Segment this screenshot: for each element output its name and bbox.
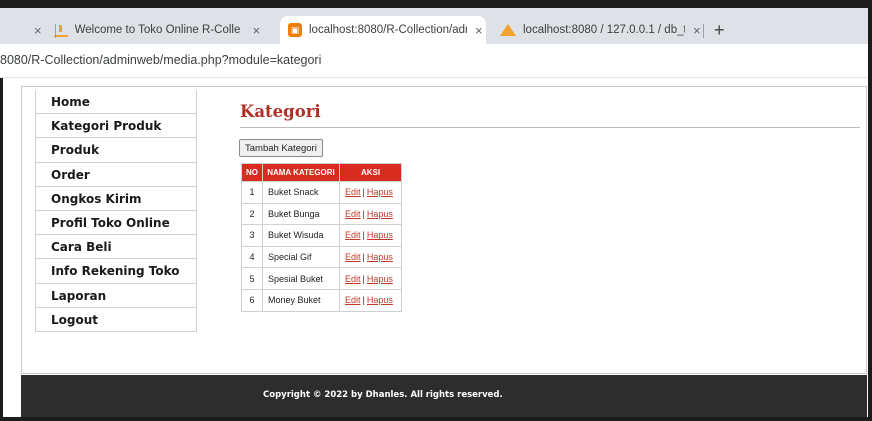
tab-title: Welcome to Toko Online R-Colle (74, 24, 241, 36)
page-footer: Copyright © 2022 by Dhanles. All rights … (21, 375, 867, 419)
sidebar-item-order[interactable]: Order (36, 163, 196, 187)
sidebar-item-logout[interactable]: Logout (36, 308, 196, 332)
category-name: Special Gif (262, 245, 340, 269)
delete-link[interactable]: Hapus (367, 252, 393, 262)
copyright-text: Copyright © 2022 by Dhanles. All rights … (263, 390, 503, 400)
sidebar-menu: Home Kategori Produk Produk Order Ongkos… (35, 90, 197, 332)
delete-link[interactable]: Hapus (367, 230, 393, 240)
column-header-nama: NAMA KATEGORI (262, 163, 340, 182)
window-frame (0, 0, 872, 8)
sidebar-item-cara-beli[interactable]: Cara Beli (36, 235, 196, 260)
column-header-no: NO (241, 163, 263, 182)
table-row: 3 Buket Wisuda Edit | Hapus (241, 224, 402, 247)
column-header-aksi: AKSI (339, 163, 402, 182)
address-bar[interactable]: 8080/R-Collection/adminweb/media.php?mod… (0, 44, 868, 78)
tab-close-icon[interactable]: × (475, 23, 483, 38)
tab-close-icon[interactable]: × (693, 23, 701, 38)
category-name: Money Buket (262, 288, 340, 312)
action-separator: | (362, 230, 365, 241)
table-row: 2 Buket Bunga Edit | Hapus (241, 202, 402, 226)
delete-link[interactable]: Hapus (367, 187, 393, 197)
action-separator: | (362, 187, 365, 198)
table-row: 1 Buket Snack Edit | Hapus (241, 181, 402, 204)
action-separator: | (362, 252, 365, 263)
table-row: 5 Spesial Buket Edit | Hapus (241, 267, 402, 290)
action-separator: | (362, 208, 365, 219)
sidebar-item-ongkos-kirim[interactable]: Ongkos Kirim (36, 187, 196, 211)
edit-link[interactable]: Edit (345, 230, 361, 240)
browser-tab-admin[interactable]: ▣ localhost:8080/R-Collection/adm × (280, 16, 486, 44)
tab-title: localhost:8080/R-Collection/adm (309, 24, 467, 36)
browser-tab-shop[interactable]: × Welcome to Toko Online R-Colle × (34, 16, 270, 44)
row-actions: Edit | Hapus (339, 181, 402, 204)
delete-link[interactable]: Hapus (367, 274, 393, 284)
row-actions: Edit | Hapus (339, 224, 402, 247)
category-table: NO NAMA KATEGORI AKSI 1 Buket Snack Edit… (241, 163, 402, 312)
edit-link[interactable]: Edit (345, 274, 361, 284)
localhost-favicon-icon: ▣ (288, 23, 302, 37)
row-number: 3 (241, 224, 263, 247)
url-text[interactable]: 8080/R-Collection/adminweb/media.php?mod… (0, 53, 321, 67)
window-frame-bottom (0, 417, 872, 421)
edit-link[interactable]: Edit (345, 187, 361, 197)
row-actions: Edit | Hapus (339, 245, 402, 269)
sidebar-item-info-rekening[interactable]: Info Rekening Toko (36, 259, 196, 284)
sidebar-item-laporan[interactable]: Laporan (36, 284, 196, 308)
page-title: Kategori (240, 102, 321, 121)
table-row: 6 Money Buket Edit | Hapus (241, 288, 402, 312)
row-number: 2 (241, 202, 263, 226)
row-number: 6 (241, 288, 263, 312)
row-number: 1 (241, 181, 263, 204)
row-number: 5 (241, 267, 263, 290)
tab-title: localhost:8080 / 127.0.0.1 / db_to (523, 24, 685, 36)
window-frame-left (0, 78, 3, 421)
phpmyadmin-favicon-icon (500, 24, 516, 36)
category-name: Buket Snack (262, 181, 340, 204)
category-name: Buket Bunga (262, 202, 340, 226)
table-row: 4 Special Gif Edit | Hapus (241, 245, 402, 269)
edit-link[interactable]: Edit (345, 209, 361, 219)
row-number: 4 (241, 245, 263, 269)
category-name: Spesial Buket (262, 267, 340, 290)
sidebar-item-profil-toko[interactable]: Profil Toko Online (36, 211, 196, 236)
new-tab-button[interactable]: + (714, 21, 725, 39)
admin-content-panel: Home Kategori Produk Produk Order Ongkos… (21, 86, 867, 374)
sidebar-item-kategori-produk[interactable]: Kategori Produk (36, 114, 196, 139)
edit-link[interactable]: Edit (345, 252, 361, 262)
tab-separator (703, 24, 704, 38)
tab-close-icon[interactable]: × (253, 23, 261, 38)
row-actions: Edit | Hapus (339, 202, 402, 226)
title-divider (240, 127, 860, 128)
sidebar-item-produk[interactable]: Produk (36, 138, 196, 163)
browser-tab-phpmyadmin[interactable]: localhost:8080 / 127.0.0.1 / db_to × (494, 16, 702, 44)
row-actions: Edit | Hapus (339, 288, 402, 312)
row-actions: Edit | Hapus (339, 267, 402, 290)
page-viewport: Home Kategori Produk Produk Order Ongkos… (0, 78, 868, 421)
sidebar-item-home[interactable]: Home (36, 90, 196, 115)
action-separator: | (362, 273, 365, 284)
delete-link[interactable]: Hapus (367, 295, 393, 305)
browser-tab-strip: × Welcome to Toko Online R-Colle × ▣ loc… (0, 8, 868, 44)
delete-link[interactable]: Hapus (367, 209, 393, 219)
tab-separator (55, 24, 56, 38)
edit-link[interactable]: Edit (345, 295, 361, 305)
tab-close-icon[interactable]: × (34, 23, 42, 38)
table-header-row: NO NAMA KATEGORI AKSI (241, 163, 402, 182)
window-frame-right (868, 0, 872, 421)
category-name: Buket Wisuda (262, 224, 340, 247)
action-separator: | (362, 295, 365, 306)
add-category-button[interactable]: Tambah Kategori (239, 139, 323, 157)
